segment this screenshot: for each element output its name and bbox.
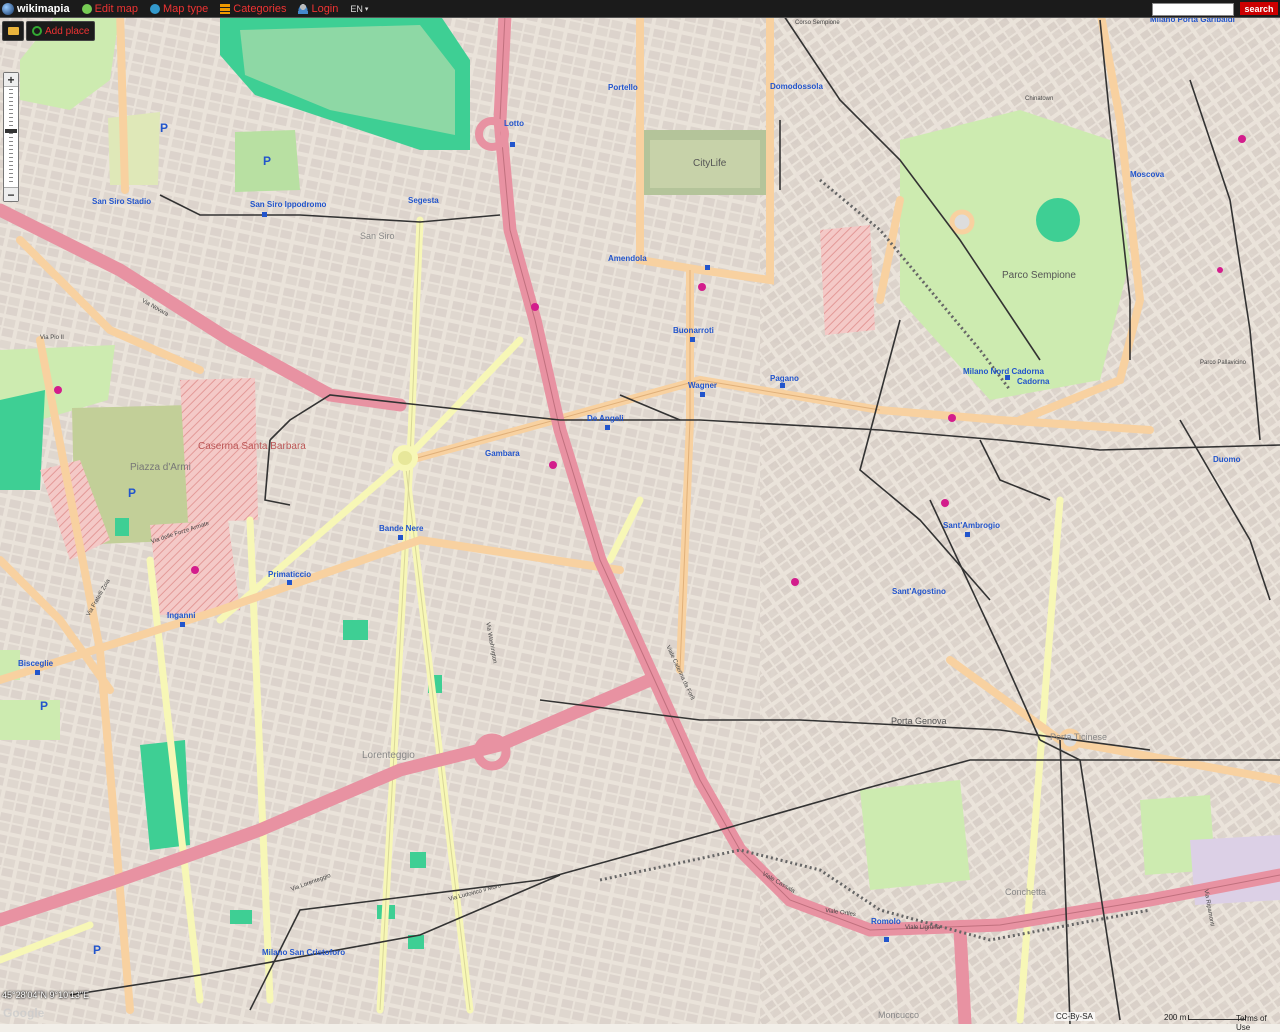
language-value: EN (350, 3, 363, 14)
categories-icon (220, 3, 231, 14)
globe-icon (2, 2, 14, 15)
logo-text: wikimapia (17, 2, 70, 15)
folder-button[interactable] (2, 21, 24, 41)
terms-link[interactable]: Terms of Use (1236, 1014, 1280, 1032)
map-canvas[interactable]: P P P P P (0, 0, 1280, 1024)
parking-icon: P (40, 699, 48, 713)
login-menu[interactable]: Login (292, 3, 344, 15)
user-icon (298, 3, 309, 14)
add-place-icon (32, 26, 42, 36)
scale-label: 200 m (1164, 1013, 1187, 1022)
parking-icon: P (263, 154, 271, 168)
map-type-menu[interactable]: Map type (144, 3, 214, 15)
folder-icon (7, 27, 19, 35)
categories-label: Categories (233, 2, 287, 15)
license-link[interactable]: CC-By-SA (1054, 1012, 1095, 1021)
language-selector[interactable]: EN ▾ (344, 4, 374, 14)
zoom-control: + − (3, 72, 19, 202)
zoom-slider-handle[interactable] (5, 129, 17, 134)
map-type-label: Map type (163, 2, 209, 15)
search-input[interactable] (1152, 3, 1234, 16)
edit-map-label: Edit map (94, 2, 138, 15)
secondary-toolbar: Add place (2, 21, 97, 41)
scale-bar: 200 m (1164, 1013, 1247, 1022)
edit-map-menu[interactable]: Edit map (76, 3, 144, 15)
zoom-slider-track[interactable] (9, 89, 13, 185)
edit-globe-icon (81, 3, 92, 14)
add-place-label: Add place (45, 25, 90, 37)
parking-icon: P (93, 943, 101, 957)
map-tiles[interactable]: P P P P P (0, 0, 1280, 1024)
parking-icon: P (128, 486, 136, 500)
zoom-out-button[interactable]: − (4, 187, 18, 202)
categories-menu[interactable]: Categories (214, 3, 292, 15)
chevron-down-icon: ▾ (364, 5, 369, 13)
add-place-button[interactable]: Add place (26, 21, 96, 41)
wikimapia-logo[interactable]: wikimapia (0, 2, 76, 15)
login-label: Login (311, 2, 339, 15)
google-logo: Google (3, 1006, 45, 1020)
coordinates-readout: 45°28'04"N 9°10'13"E (2, 990, 90, 1000)
parking-icon: P (160, 121, 168, 135)
zoom-in-button[interactable]: + (4, 73, 18, 87)
top-toolbar: wikimapia Edit map Map type Categories L… (0, 0, 1280, 18)
map-type-icon (150, 3, 160, 14)
search-button[interactable]: search (1240, 2, 1278, 15)
